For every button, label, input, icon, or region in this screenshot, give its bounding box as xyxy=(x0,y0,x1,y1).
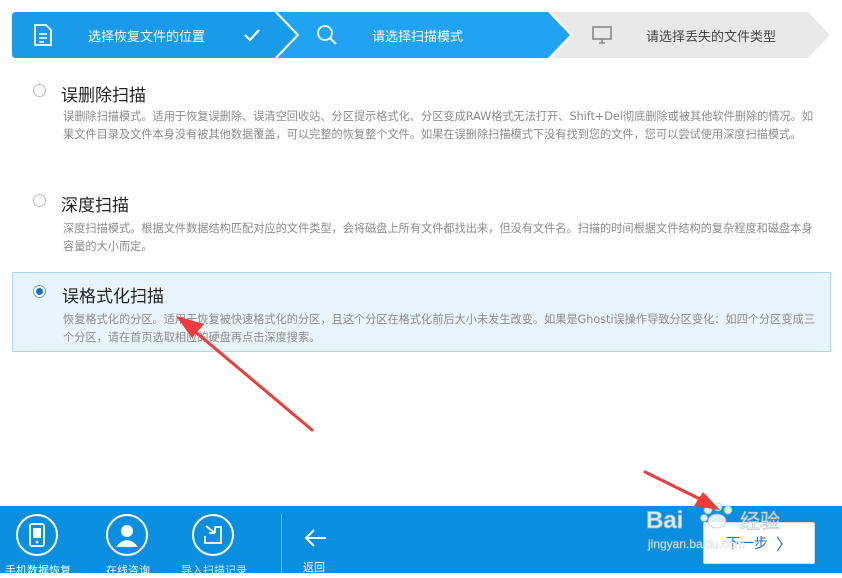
monitor-icon xyxy=(592,25,612,45)
radio-deep-scan[interactable] xyxy=(33,194,46,207)
scan-option-deleted[interactable]: 误删除扫描 误删除扫描模式。适用于恢复误删除、误清空回收站、分区提示格式化、分区… xyxy=(12,76,831,166)
svg-text:经验: 经验 xyxy=(740,509,780,533)
svg-text:Bai: Bai xyxy=(646,507,683,534)
tool-label: 手机数据恢复 xyxy=(5,564,71,577)
import-scan-record-button[interactable]: 导入扫描记录 xyxy=(176,506,256,577)
step-progress-bar: 选择恢复文件的位置 请选择扫描模式 请选择丢失的文件类型 xyxy=(12,12,830,58)
tool-label: 在线咨询 xyxy=(106,564,150,577)
svg-text:jingyan.baidu.com: jingyan.baidu.com xyxy=(647,537,745,551)
step-1-label: 选择恢复文件的位置 xyxy=(88,29,206,45)
option-title: 深度扫描 xyxy=(61,196,129,216)
scan-option-deep[interactable]: 深度扫描 深度扫描模式。根据文件数据结构匹配对应的文件类型，会将磁盘上所有文件都… xyxy=(12,186,831,262)
step-select-location: 选择恢复文件的位置 xyxy=(12,12,302,58)
step-select-scan-mode: 请选择扫描模式 xyxy=(274,12,574,58)
option-description: 恢复格式化的分区。适用于恢复被快速格式化的分区，且这个分区在格式化前后大小未发生… xyxy=(63,313,815,344)
back-button[interactable]: 返回 xyxy=(296,520,336,574)
user-icon xyxy=(106,514,148,556)
scan-option-format[interactable]: 误格式化扫描 恢复格式化的分区。适用于恢复被快速格式化的分区，且这个分区在格式化… xyxy=(12,272,831,352)
step-2-label: 请选择扫描模式 xyxy=(372,29,464,45)
tool-label: 导入扫描记录 xyxy=(181,564,247,577)
option-title: 误格式化扫描 xyxy=(62,287,164,307)
option-description: 误删除扫描模式。适用于恢复误删除、误清空回收站、分区提示格式化、分区变成RAW格… xyxy=(63,110,814,141)
phone-icon xyxy=(16,514,58,556)
option-description: 深度扫描模式。根据文件数据结构匹配对应的文件类型，会将磁盘上所有文件都找出来，但… xyxy=(63,222,813,253)
online-consult-button[interactable]: 在线咨询 xyxy=(90,506,170,577)
phone-recovery-button[interactable]: 手机数据恢复 xyxy=(0,506,80,577)
baidu-jingyan-watermark: Bai 经验 jingyan.baidu.com xyxy=(646,496,806,556)
checkmark-icon xyxy=(243,27,261,43)
search-icon xyxy=(316,24,338,46)
import-icon xyxy=(192,514,234,556)
option-title: 误删除扫描 xyxy=(61,86,146,106)
radio-format-scan-selected[interactable] xyxy=(33,285,46,298)
step-select-file-type: 请选择丢失的文件类型 xyxy=(548,12,830,58)
toolbar-divider xyxy=(281,514,282,573)
radio-deleted-scan[interactable] xyxy=(33,84,46,97)
step-3-label: 请选择丢失的文件类型 xyxy=(646,29,777,45)
document-icon xyxy=(32,23,54,47)
arrow-left-icon xyxy=(304,528,328,552)
